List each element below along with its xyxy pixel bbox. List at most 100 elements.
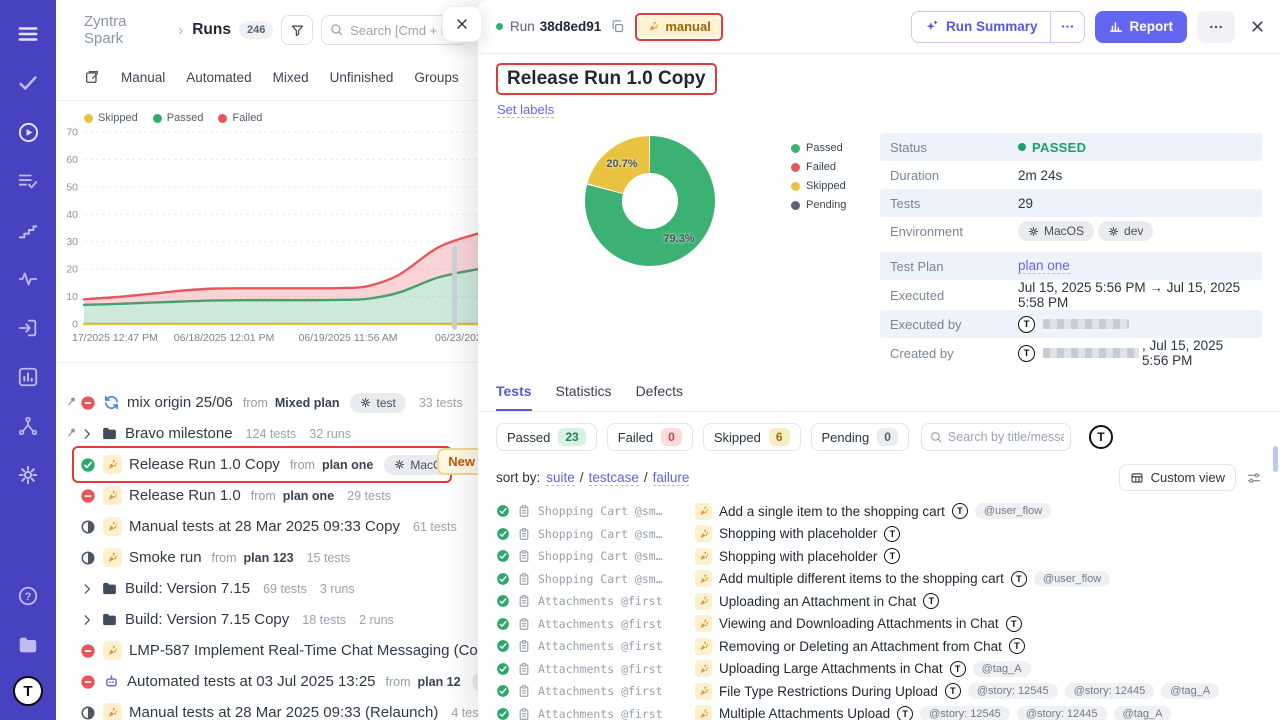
run-from-label: from <box>251 489 276 503</box>
filter-skipped[interactable]: Skipped6 <box>703 423 801 451</box>
runs-play-circle-icon[interactable] <box>10 114 46 150</box>
sliders-icon[interactable] <box>1246 470 1262 486</box>
more-options-button[interactable] <box>1197 11 1235 43</box>
tab-defects[interactable]: Defects <box>636 383 683 411</box>
run-summary-button[interactable]: Run Summary <box>912 19 1050 34</box>
test-row[interactable]: Attachments @first Multiple Attachments … <box>496 703 1262 720</box>
run-meta: 15 tests <box>307 551 351 565</box>
pin-icon <box>62 392 80 410</box>
run-list-item[interactable]: Release Run 1.0 from plan one 29 tests <box>56 480 478 511</box>
report-button[interactable]: Report <box>1095 11 1188 43</box>
assignee-avatar: T <box>950 661 966 677</box>
close-icon <box>454 16 470 32</box>
requirements-signin-icon[interactable] <box>10 310 46 346</box>
test-row[interactable]: Attachments @first File Type Restriction… <box>496 680 1262 703</box>
tab-statistics[interactable]: Statistics <box>556 383 612 411</box>
detail-scrollbar[interactable] <box>1273 446 1278 472</box>
test-row[interactable]: Attachments @first Viewing and Downloadi… <box>496 613 1262 636</box>
test-row[interactable]: Shopping Cart @sm… Shopping with placeho… <box>496 523 1262 546</box>
tab-mixed[interactable]: Mixed <box>273 70 309 85</box>
app-sidebar: T <box>0 0 56 720</box>
passed-status-icon <box>496 527 510 541</box>
manual-run-icon <box>103 486 122 505</box>
run-group-item[interactable]: Bravo milestone 124 tests 32 runs <box>56 418 478 449</box>
test-row[interactable]: Attachments @first Uploading an Attachme… <box>496 590 1262 613</box>
tests-search <box>921 423 1071 451</box>
test-row[interactable]: Shopping Cart @sm… Add a single item to … <box>496 500 1262 523</box>
test-row[interactable]: Attachments @first Uploading Large Attac… <box>496 658 1262 681</box>
donut-legend: Passed Failed Skipped Pending <box>791 142 846 211</box>
filter-failed[interactable]: Failed0 <box>607 423 693 451</box>
run-list-item[interactable]: Smoke run from plan 123 15 tests <box>56 542 478 573</box>
chevron-right-icon[interactable] <box>80 427 94 441</box>
custom-view-button[interactable]: Custom view <box>1119 464 1236 491</box>
copy-icon[interactable] <box>610 19 625 34</box>
test-plans-list-check-icon[interactable] <box>10 163 46 199</box>
manual-test-icon <box>695 548 712 565</box>
run-list-item[interactable]: Automated tests at 03 Jul 2025 13:25 fro… <box>56 666 478 697</box>
reports-barchart-icon[interactable] <box>10 359 46 395</box>
run-detail-panel: Run 38d8ed91 manual Run Summary <box>478 0 1280 720</box>
passed-status-icon <box>496 549 510 563</box>
filter-passed[interactable]: Passed23 <box>496 423 597 451</box>
tests-search-input[interactable] <box>921 423 1071 451</box>
sort-by-failure[interactable]: failure <box>653 470 690 486</box>
filter-button[interactable] <box>281 15 313 45</box>
milestones-steps-icon[interactable] <box>10 212 46 248</box>
select-runs-icon[interactable] <box>84 69 100 85</box>
tab-unfinished[interactable]: Unfinished <box>330 70 394 85</box>
run-list-item[interactable]: LMP-587 Implement Real-Time Chat Messagi… <box>56 635 478 666</box>
info-row-status: Status PASSED <box>880 133 1262 161</box>
chevron-right-icon[interactable] <box>80 582 94 596</box>
chevron-right-icon[interactable] <box>80 613 94 627</box>
run-plan: plan 123 <box>244 551 294 565</box>
group-meta: 32 runs <box>309 427 351 441</box>
filter-pending[interactable]: Pending0 <box>811 423 909 451</box>
tab-groups[interactable]: Groups <box>414 70 458 85</box>
svg-text:30: 30 <box>66 236 78 248</box>
run-list-item[interactable]: mix origin 25/06 from Mixed plan test 33… <box>56 387 478 418</box>
close-detail-icon[interactable] <box>1249 18 1266 35</box>
test-row[interactable]: Attachments @first Removing or Deleting … <box>496 635 1262 658</box>
breadcrumb-project[interactable]: Zyntra Spark <box>84 13 169 47</box>
assignee-avatar: T <box>1011 571 1027 587</box>
folder-icon <box>101 425 118 442</box>
tab-tests[interactable]: Tests <box>496 383 532 411</box>
tab-automated[interactable]: Automated <box>186 70 251 85</box>
run-title: Release Run 1.0 Copy <box>507 68 706 89</box>
set-labels-link[interactable]: Set labels <box>497 102 554 118</box>
test-row[interactable]: Shopping Cart @sm… Add multiple differen… <box>496 568 1262 591</box>
run-list-item[interactable]: Manual tests at 28 Mar 2025 09:33 (Relau… <box>56 697 478 720</box>
menu-icon[interactable] <box>10 16 46 52</box>
runs-tab-strip: Manual Automated Mixed Unfinished Groups… <box>56 56 478 101</box>
manual-test-icon <box>695 638 712 655</box>
tests-check-icon[interactable] <box>10 65 46 101</box>
run-summary-more-button[interactable] <box>1050 12 1084 42</box>
projects-folder-icon[interactable] <box>10 627 46 663</box>
close-panel-button[interactable] <box>442 6 482 42</box>
sort-by-testcase[interactable]: testcase <box>589 470 639 486</box>
tab-manual[interactable]: Manual <box>121 70 165 85</box>
assignee-avatar-filter[interactable]: T <box>1089 425 1113 449</box>
area-chart-legend: Skipped Passed Failed <box>56 101 478 124</box>
sort-by-suite[interactable]: suite <box>546 470 575 486</box>
run-group-item[interactable]: Build: Version 7.15 69 tests 3 runs <box>56 573 478 604</box>
user-avatar[interactable]: T <box>13 676 43 706</box>
runs-panel: Zyntra Spark › Runs 246 Manual Automated… <box>56 0 478 720</box>
shared-steps-branch-icon[interactable] <box>10 408 46 444</box>
run-plan[interactable]: plan one <box>322 458 373 472</box>
info-row-duration: Duration 2m 24s <box>880 161 1262 189</box>
settings-gear-icon[interactable] <box>10 457 46 493</box>
app-window: T Zyntra Spark › Runs 246 Manual Automat… <box>0 0 1280 720</box>
clipboard-icon <box>517 639 531 653</box>
run-summary-section: 79.3% 20.7% Passed Failed Skipped Pendin… <box>478 119 1280 368</box>
help-icon[interactable] <box>10 578 46 614</box>
run-group-item[interactable]: Build: Version 7.15 Copy 18 tests 2 runs <box>56 604 478 635</box>
defects-activity-icon[interactable] <box>10 261 46 297</box>
test-plan-link[interactable]: plan one <box>1018 258 1070 274</box>
left-panel-scrollbar[interactable] <box>452 246 457 330</box>
test-row[interactable]: Shopping Cart @sm… Shopping with placeho… <box>496 545 1262 568</box>
manual-run-icon <box>103 455 122 474</box>
run-list-item-selected[interactable]: Release Run 1.0 Copy from plan one MacOS… <box>56 449 478 480</box>
run-list-item[interactable]: Manual tests at 28 Mar 2025 09:33 Copy 6… <box>56 511 478 542</box>
